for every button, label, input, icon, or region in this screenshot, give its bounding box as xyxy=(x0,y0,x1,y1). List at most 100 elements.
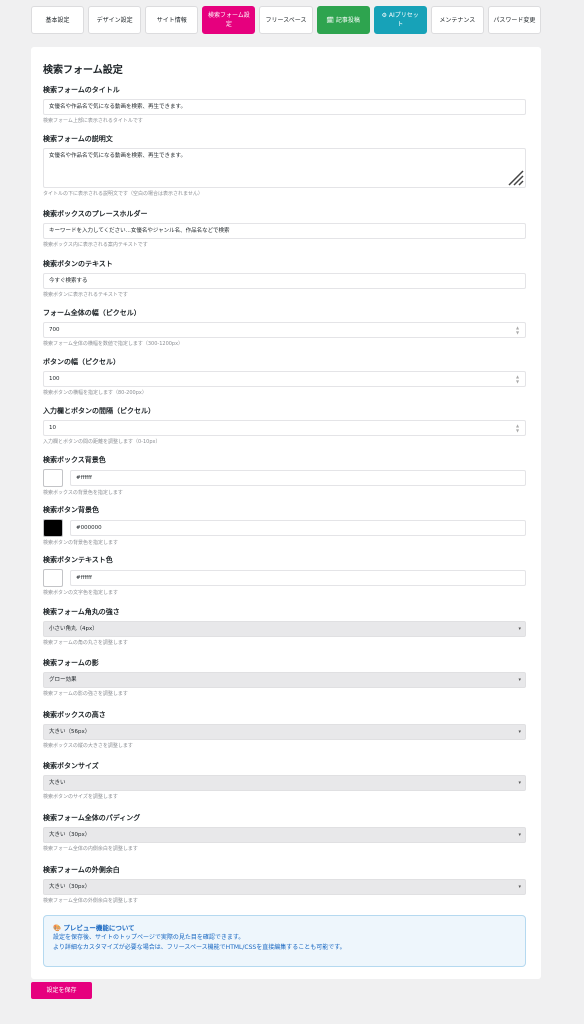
field-gap: 入力欄とボタンの間隔（ピクセル） 10 ▲ ▼ 入力欄とボタンの間の距離を調整しま… xyxy=(43,406,526,446)
resize-grip-icon[interactable] xyxy=(504,166,524,186)
field-hint: 検索フォームの角の丸さを調整します xyxy=(43,640,128,646)
settings-panel: 検索フォーム設定 検索フォームのタイトル 女優名や作品名で気になる動画を検索、再… xyxy=(31,47,541,979)
form-width-input[interactable]: 700 ▲ ▼ xyxy=(43,322,526,338)
button-size-value: 大きい xyxy=(49,780,66,786)
chevron-down-icon: ▾ xyxy=(518,729,521,735)
tab-site-info[interactable]: サイト情報 xyxy=(145,6,199,34)
field-hint: 検索ボタンの背景色を指定します xyxy=(43,540,119,546)
field-description: 検索フォームの説明文 女優名や作品名で気になる動画を検索、再生できます。 タイト… xyxy=(43,134,526,198)
form-width-value: 700 xyxy=(49,327,60,333)
button-width-value: 100 xyxy=(49,376,60,382)
color-swatch[interactable] xyxy=(43,519,63,537)
gap-input[interactable]: 10 ▲ ▼ xyxy=(43,420,526,436)
field-shadow: 検索フォームの影 グロー効果 ▾ 検索フォームの影の強さを調整します xyxy=(43,658,526,698)
title-input[interactable]: 女優名や作品名で気になる動画を検索、再生できます。 xyxy=(43,99,526,115)
tab-ai-preset[interactable]: ⚙ AIプリセット xyxy=(373,6,427,34)
number-stepper-icon[interactable]: ▲ ▼ xyxy=(514,325,521,335)
button-width-input[interactable]: 100 ▲ ▼ xyxy=(43,371,526,387)
field-label: 検索ボタンのテキスト xyxy=(43,260,113,268)
color-swatch[interactable] xyxy=(43,469,63,487)
field-button-size: 検索ボタンサイズ 大きい ▾ 検索ボタンのサイズを調整します xyxy=(43,761,526,801)
button-text-color-input[interactable]: #ffffff xyxy=(70,570,526,586)
tab-maintenance[interactable]: メンテナンス xyxy=(430,6,484,34)
save-button[interactable]: 設定を保存 xyxy=(31,982,92,999)
field-hint: 検索ボックスの縦の大きさを調整します xyxy=(43,743,133,749)
gap-value: 10 xyxy=(49,425,56,431)
field-hint: 検索ボックスの背景色を指定します xyxy=(43,490,123,496)
radius-value: 小さい角丸（4px） xyxy=(49,626,98,632)
field-hint: 検索ボタンの文字色を指定します xyxy=(43,590,119,596)
field-label: 検索フォーム全体のパディング xyxy=(43,814,141,822)
field-hint: 検索ボタンのサイズを調整します xyxy=(43,794,118,800)
tab-search-form[interactable]: 検索フォーム設定 xyxy=(202,6,256,34)
field-placeholder: 検索ボックスのプレースホルダー キーワードを入力してください...女優名やジャン… xyxy=(43,209,526,249)
box-height-select[interactable]: 大きい（56px） ▾ xyxy=(43,724,526,740)
field-label: 検索ボタンテキスト色 xyxy=(43,556,113,564)
field-radius: 検索フォーム角丸の強さ 小さい角丸（4px） ▾ 検索フォームの角の丸さを調整し… xyxy=(43,607,526,647)
field-button-width: ボタンの幅（ピクセル） 100 ▲ ▼ 検索ボタンの横幅を指定します（80-200… xyxy=(43,357,526,397)
field-hint: タイトルの下に表示される説明文です（空白の場合は表示されません） xyxy=(43,191,203,197)
padding-select[interactable]: 大きい（30px） ▾ xyxy=(43,827,526,843)
button-bg-color-input[interactable]: #000000 xyxy=(70,520,526,536)
info-title: 🎨 プレビュー機能について xyxy=(53,924,135,932)
placeholder-input[interactable]: キーワードを入力してください...女優名やジャンル名、作品名などで検索 xyxy=(43,223,526,239)
chevron-down-icon: ▾ xyxy=(518,832,521,838)
field-label: 検索フォームの外側余白 xyxy=(43,866,120,874)
button-text-input[interactable]: 今すぐ検索する xyxy=(43,273,526,289)
field-padding: 検索フォーム全体のパディング 大きい（30px） ▾ 検索フォーム全体の内側余白… xyxy=(43,813,526,853)
number-stepper-icon[interactable]: ▲ ▼ xyxy=(514,374,521,384)
button-size-select[interactable]: 大きい ▾ xyxy=(43,775,526,791)
field-label: 検索フォームの説明文 xyxy=(43,135,113,143)
field-button-bg: 検索ボタン背景色 #000000 検索ボタンの背景色を指定します xyxy=(43,505,526,547)
field-label: 検索ボックスの高さ xyxy=(43,711,106,719)
field-box-height: 検索ボックスの高さ 大きい（56px） ▾ 検索ボックスの縦の大きさを調整します xyxy=(43,710,526,750)
tab-password[interactable]: パスワード変更 xyxy=(487,6,541,34)
field-label: 検索ボタンサイズ xyxy=(43,762,99,770)
description-textarea[interactable]: 女優名や作品名で気になる動画を検索、再生できます。 xyxy=(43,148,526,188)
chevron-down-icon: ▾ xyxy=(518,626,521,632)
padding-value: 大きい（30px） xyxy=(49,832,91,838)
field-label: 検索ボタン背景色 xyxy=(43,506,99,514)
number-stepper-icon[interactable]: ▲ ▼ xyxy=(514,423,521,433)
field-title: 検索フォームのタイトル 女優名や作品名で気になる動画を検索、再生できます。 検索… xyxy=(43,85,526,125)
description-text: 女優名や作品名で気になる動画を検索、再生できます。 xyxy=(49,153,186,159)
info-line: より詳細なカスタマイズが必要な場合は、フリースペース機能でHTML/CSSを直接… xyxy=(53,944,346,951)
field-form-width: フォーム全体の幅（ピクセル） 700 ▲ ▼ 検索フォーム全体の横幅を数値で指定し… xyxy=(43,308,526,348)
field-label: 検索フォームの影 xyxy=(43,659,99,667)
field-label: ボタンの幅（ピクセル） xyxy=(43,358,120,366)
tab-basic[interactable]: 基本設定 xyxy=(31,6,85,34)
box-bg-color-input[interactable]: #ffffff xyxy=(70,470,526,486)
chevron-down-icon: ▾ xyxy=(518,780,521,786)
field-label: 検索ボックス背景色 xyxy=(43,456,106,464)
field-hint: 検索フォーム全体の外側余白を調整します xyxy=(43,898,138,904)
field-label: 検索フォーム角丸の強さ xyxy=(43,608,120,616)
field-hint: 検索フォームの影の強さを調整します xyxy=(43,691,128,697)
color-swatch[interactable] xyxy=(43,569,63,587)
field-hint: 検索フォーム全体の内側余白を調整します xyxy=(43,846,138,852)
tab-free-space[interactable]: フリースペース xyxy=(259,6,313,34)
field-hint: 検索ボックス内に表示される案内テキストです xyxy=(43,242,148,248)
shadow-value: グロー効果 xyxy=(49,677,77,683)
field-box-bg: 検索ボックス背景色 #ffffff 検索ボックスの背景色を指定します xyxy=(43,455,526,497)
tab-post-article[interactable]: 🗓 記事投稿 xyxy=(316,6,370,34)
field-button-text-color: 検索ボタンテキスト色 #ffffff 検索ボタンの文字色を指定します xyxy=(43,555,526,597)
field-label: 検索フォームのタイトル xyxy=(43,86,120,94)
field-label: 入力欄とボタンの間隔（ピクセル） xyxy=(43,407,155,415)
chevron-down-icon: ▾ xyxy=(518,884,521,890)
box-height-value: 大きい（56px） xyxy=(49,729,91,735)
field-hint: 検索ボタンの横幅を指定します（80-200px） xyxy=(43,390,147,396)
field-label: 検索ボックスのプレースホルダー xyxy=(43,210,148,218)
page-title: 検索フォーム設定 xyxy=(43,65,123,76)
field-hint: 検索フォーム全体の横幅を数値で指定します（300-1200px） xyxy=(43,341,184,347)
chevron-down-icon: ▾ xyxy=(518,677,521,683)
field-hint: 検索ボタンに表示されるテキストです xyxy=(43,292,128,298)
field-margin: 検索フォームの外側余白 大きい（30px） ▾ 検索フォーム全体の外側余白を調整… xyxy=(43,865,526,905)
shadow-select[interactable]: グロー効果 ▾ xyxy=(43,672,526,688)
info-line: 設定を保存後、サイトのトップページで実際の見た目を確認できます。 xyxy=(53,934,245,941)
settings-tabs: 基本設定 デザイン設定 サイト情報 検索フォーム設定 フリースペース 🗓 記事投… xyxy=(31,6,541,34)
field-hint: 検索フォーム上部に表示されるタイトルです xyxy=(43,118,143,124)
tab-design[interactable]: デザイン設定 xyxy=(88,6,142,34)
field-hint: 入力欄とボタンの間の距離を調整します（0-10px） xyxy=(43,439,161,445)
margin-select[interactable]: 大きい（30px） ▾ xyxy=(43,879,526,895)
radius-select[interactable]: 小さい角丸（4px） ▾ xyxy=(43,621,526,637)
